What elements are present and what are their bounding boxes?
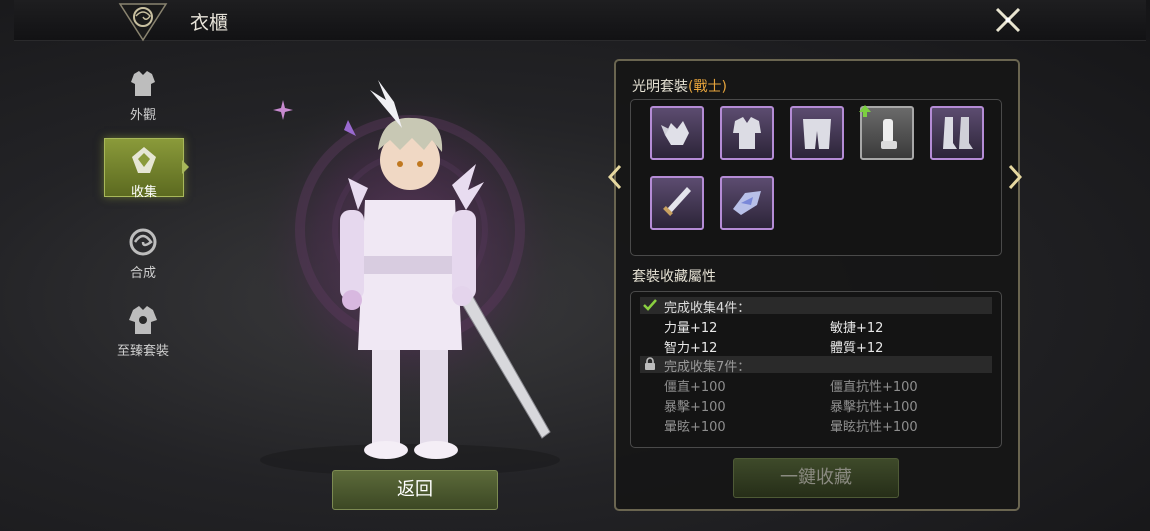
ultimate-set-icon <box>129 306 157 334</box>
sidebar-item-label: 外觀 <box>129 108 156 123</box>
dragon-emblem-icon <box>118 3 168 42</box>
checkmark-icon <box>643 299 657 311</box>
set-title: 光明套裝(戰士) <box>632 79 727 95</box>
collection-icon <box>132 147 156 173</box>
top-bar <box>14 0 1146 41</box>
item-slot-helmet[interactable] <box>650 106 704 160</box>
item-slot-top[interactable] <box>720 106 774 160</box>
back-button[interactable]: 返回 <box>332 470 498 510</box>
stat-value: 僵直+100 <box>664 380 726 395</box>
tier-7-header: 完成收集7件： <box>640 356 992 375</box>
stat-value: 力量+12 <box>664 321 718 336</box>
stat-value: 僵直抗性+100 <box>830 380 918 395</box>
synthesis-icon <box>129 228 157 256</box>
chevron-right-icon[interactable] <box>1008 164 1022 190</box>
glove-icon <box>881 119 897 149</box>
item-slot-gloves[interactable] <box>859 105 914 160</box>
page-title: 衣櫃 <box>190 12 229 34</box>
stat-value: 敏捷+12 <box>830 321 884 336</box>
lock-icon <box>645 357 655 370</box>
stat-value: 智力+12 <box>664 341 718 356</box>
item-slot-weapon[interactable] <box>650 176 704 230</box>
set-class: (戰士) <box>688 79 727 95</box>
pants-icon <box>803 119 831 149</box>
sidebar-item-label: 合成 <box>129 266 156 281</box>
item-slot-pants[interactable] <box>790 106 844 160</box>
sidebar-item-appearance[interactable]: 外觀 <box>104 66 182 123</box>
stat-value: 暈眩抗性+100 <box>830 420 918 435</box>
stat-value: 暈眩+100 <box>664 420 726 435</box>
close-icon[interactable] <box>992 4 1024 36</box>
armor-icon <box>131 71 155 96</box>
stat-value: 體質+12 <box>830 341 884 356</box>
sidebar-item-ultimate-set[interactable]: 至臻套裝 <box>104 302 182 359</box>
tier-4-header: 完成收集4件： <box>640 297 992 316</box>
chevron-left-icon[interactable] <box>608 164 622 190</box>
sidebar-item-synthesis[interactable]: 合成 <box>104 224 182 281</box>
gauntlet-icon <box>733 191 761 215</box>
stat-value: 暴擊抗性+100 <box>830 400 918 415</box>
sword-icon <box>663 187 691 216</box>
character-preview[interactable] <box>240 60 600 480</box>
item-slot-boots[interactable] <box>930 106 984 160</box>
sidebar-item-label: 收集 <box>130 185 157 200</box>
sidebar-item-label: 至臻套裝 <box>116 344 169 359</box>
set-attributes-title: 套裝收藏屬性 <box>632 269 716 285</box>
winged-helmet-icon <box>661 121 689 145</box>
sidebar-item-collection[interactable]: 收集 <box>104 138 184 200</box>
stat-value: 暴擊+100 <box>664 400 726 415</box>
collect-all-button[interactable]: 一鍵收藏 <box>733 458 899 498</box>
item-slot-gauntlet[interactable] <box>720 176 774 230</box>
active-indicator <box>182 160 189 174</box>
armor-top-icon <box>733 117 761 149</box>
upgrade-arrow-icon <box>859 105 871 117</box>
boots-icon <box>943 117 973 149</box>
